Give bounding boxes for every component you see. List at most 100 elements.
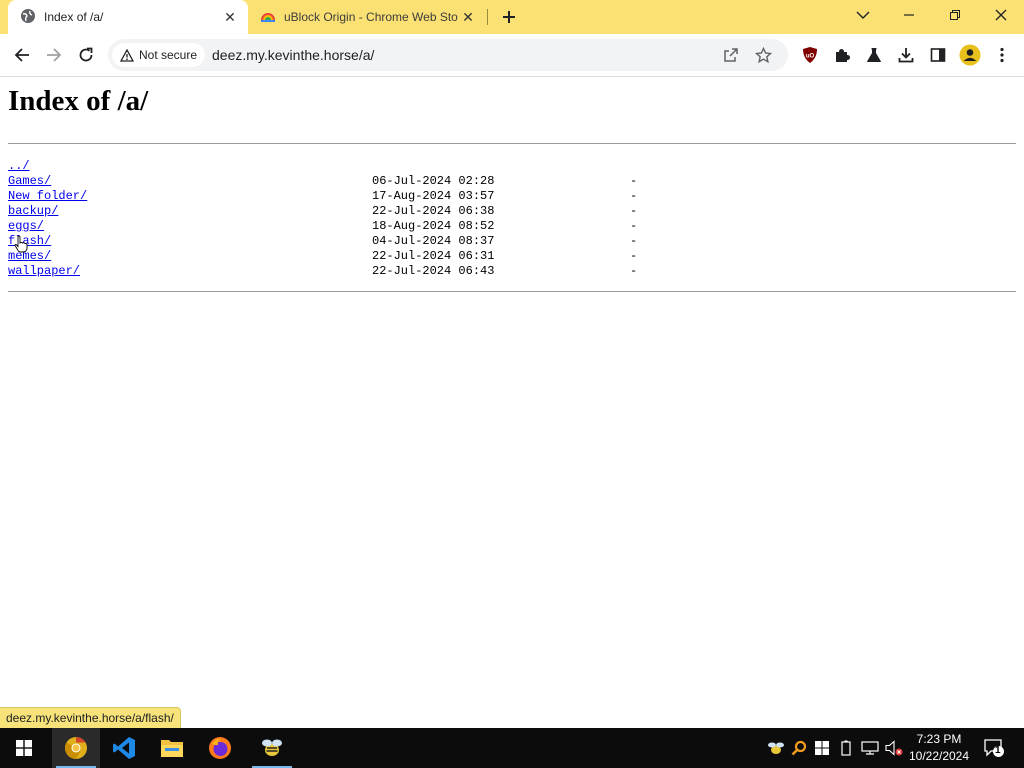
puzzle-icon — [836, 49, 850, 62]
security-label: Not secure — [139, 48, 198, 62]
windows-logo-icon — [16, 740, 32, 756]
share-icon — [724, 48, 738, 62]
entry-date: 06-Jul-2024 02:28 — [372, 174, 495, 188]
entry-date: 22-Jul-2024 06:43 — [372, 264, 495, 278]
tab-close-icon[interactable]: ✕ — [220, 7, 240, 27]
share-button[interactable] — [720, 44, 742, 66]
entry-link[interactable]: New folder/ — [8, 189, 87, 204]
chevron-down-icon — [856, 11, 870, 19]
reload-button[interactable] — [73, 42, 99, 68]
tab-strip: Index of /a/ ✕ uBlock Origin - Chrome We… — [0, 0, 1024, 34]
tab-title: Index of /a/ — [44, 10, 104, 24]
back-button[interactable] — [9, 42, 35, 68]
entry-date: 22-Jul-2024 06:38 — [372, 204, 495, 218]
extensions-button[interactable] — [829, 42, 855, 68]
tray-shield-icon[interactable] — [812, 738, 832, 758]
tab-divider — [487, 9, 488, 25]
entry-size: - — [630, 174, 638, 188]
taskbar-firefox[interactable] — [196, 728, 244, 768]
taskbar-file-explorer[interactable] — [148, 728, 196, 768]
profile-button[interactable] — [957, 42, 983, 68]
tray-battery-icon[interactable] — [836, 738, 856, 758]
tab-search-button[interactable] — [840, 0, 886, 30]
new-tab-button[interactable] — [498, 6, 520, 28]
tab-index-of-a[interactable]: Index of /a/ ✕ — [8, 0, 248, 34]
clock-date: 10/22/2024 — [908, 749, 970, 763]
entry-date: 17-Aug-2024 03:57 — [372, 189, 495, 203]
restore-button[interactable] — [932, 0, 978, 30]
notification-icon — [984, 739, 1004, 757]
forward-button[interactable] — [41, 42, 67, 68]
flask-icon — [867, 48, 881, 62]
entry-link[interactable]: backup/ — [8, 204, 58, 219]
ublock-extension-button[interactable]: uO — [797, 42, 823, 68]
close-icon — [995, 9, 1007, 21]
entry-size: - — [630, 264, 638, 278]
page-title: Index of /a/ — [8, 85, 149, 117]
folder-icon — [161, 740, 183, 757]
firefox-icon — [209, 737, 231, 759]
entry-link[interactable]: wallpaper/ — [8, 264, 80, 279]
browser-toolbar: Not secure deez.my.kevinthe.horse/a/ uO — [0, 34, 1024, 77]
menu-button[interactable] — [989, 42, 1015, 68]
list-item: flash/ 04-Jul-2024 08:37 - — [8, 234, 1008, 249]
security-chip[interactable]: Not secure — [112, 43, 206, 67]
taskbar-chrome[interactable] — [52, 728, 100, 768]
minimize-button[interactable] — [886, 0, 932, 30]
address-bar[interactable]: Not secure deez.my.kevinthe.horse/a/ — [108, 39, 788, 71]
hand-cursor-icon — [14, 235, 28, 258]
ublock-shield-icon: uO — [803, 47, 817, 63]
page-content: Index of /a/ ../ Games/ 06-Jul-2024 02:2… — [0, 77, 1024, 728]
entry-size: - — [630, 204, 638, 218]
list-item-parent: ../ — [8, 159, 1008, 174]
list-item: wallpaper/ 22-Jul-2024 06:43 - — [8, 264, 1008, 279]
bee-app-icon — [262, 739, 282, 756]
downloads-button[interactable] — [893, 42, 919, 68]
windows-taskbar: 7:23 PM 10/22/2024 1 — [0, 728, 1024, 768]
vscode-icon — [113, 737, 135, 759]
start-button[interactable] — [0, 728, 48, 768]
download-icon — [898, 48, 914, 63]
chrome-web-store-icon — [260, 8, 276, 27]
url-text[interactable]: deez.my.kevinthe.horse/a/ — [212, 47, 374, 63]
notification-count: 1 — [995, 745, 1001, 756]
kebab-menu-icon — [1000, 47, 1004, 63]
chrome-icon — [65, 737, 87, 759]
warning-icon — [120, 48, 134, 62]
bookmark-star-button[interactable] — [752, 44, 774, 66]
tray-volume-muted-icon[interactable] — [884, 738, 904, 758]
entry-size: - — [630, 189, 638, 203]
entry-size: - — [630, 219, 638, 233]
close-window-button[interactable] — [978, 0, 1024, 30]
star-icon — [754, 46, 772, 63]
status-bar-url: deez.my.kevinthe.horse/a/flash/ — [0, 707, 181, 728]
restore-icon — [950, 10, 960, 20]
taskbar-app[interactable] — [248, 728, 296, 768]
list-item: Games/ 06-Jul-2024 02:28 - — [8, 174, 1008, 189]
tray-bee-icon[interactable] — [766, 738, 786, 758]
list-item: memes/ 22-Jul-2024 06:31 - — [8, 249, 1008, 264]
arrow-right-icon — [47, 48, 62, 62]
tray-search-icon[interactable] — [789, 738, 809, 758]
arrow-left-icon — [14, 48, 29, 62]
list-item: eggs/ 18-Aug-2024 08:52 - — [8, 219, 1008, 234]
parent-directory-link[interactable]: ../ — [8, 159, 30, 174]
labs-button[interactable] — [861, 42, 887, 68]
entry-link[interactable]: Games/ — [8, 174, 51, 189]
plus-icon — [503, 11, 515, 23]
reload-icon — [79, 47, 93, 62]
side-panel-button[interactable] — [925, 42, 951, 68]
clock-time: 7:23 PM — [916, 732, 962, 746]
entry-date: 18-Aug-2024 08:52 — [372, 219, 495, 233]
taskbar-clock[interactable]: 7:23 PM 10/22/2024 — [904, 731, 974, 765]
taskbar-vscode[interactable] — [100, 728, 148, 768]
bottom-divider — [8, 291, 1016, 292]
tab-ublock-origin[interactable]: uBlock Origin - Chrome Web Store ✕ — [250, 0, 486, 34]
action-center-button[interactable]: 1 — [982, 738, 1006, 758]
minimize-icon — [904, 14, 914, 16]
list-item: backup/ 22-Jul-2024 06:38 - — [8, 204, 1008, 219]
tab-close-icon[interactable]: ✕ — [458, 7, 478, 27]
tray-network-icon[interactable] — [860, 738, 880, 758]
entry-link[interactable]: eggs/ — [8, 219, 44, 234]
list-item: New folder/ 17-Aug-2024 03:57 - — [8, 189, 1008, 204]
